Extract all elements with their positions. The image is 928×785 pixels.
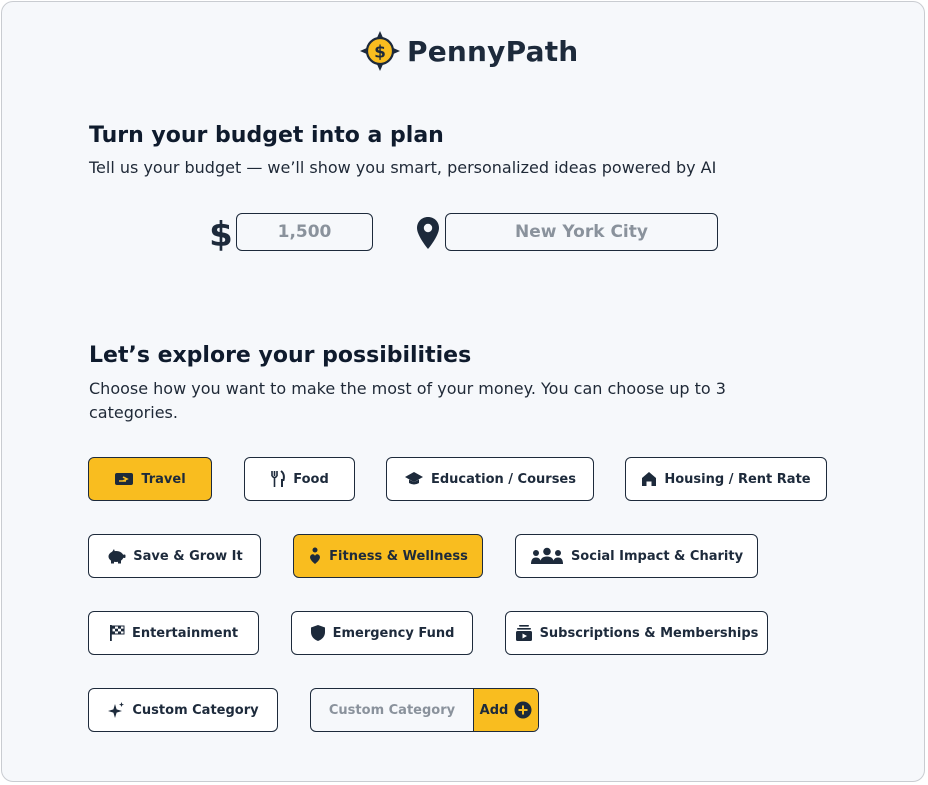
location-input[interactable]: New York City [445,213,718,251]
category-housing-button[interactable]: Housing / Rent Rate [625,457,827,501]
budget-title: Turn your budget into a plan [89,123,444,148]
location-pin-icon [417,217,439,249]
category-save-grow-button[interactable]: Save & Grow It [88,534,261,578]
category-label: Food [293,471,329,487]
categories-subtitle-line-2: categories. [89,403,178,422]
brand-logo[interactable]: $ PennyPath [359,30,578,72]
budget-amount-placeholder: 1,500 [277,222,332,242]
add-label: Add [479,702,509,718]
category-travel-button[interactable]: Travel [88,457,212,501]
location-placeholder: New York City [515,222,648,242]
category-label: Education / Courses [430,471,576,487]
category-label: Housing / Rent Rate [664,471,811,487]
ticket-icon [115,473,134,485]
budget-amount-input[interactable]: 1,500 [236,213,373,251]
custom-category-input[interactable]: Custom Category [311,689,473,731]
category-label: Subscriptions & Memberships [539,625,759,641]
category-social-impact-button[interactable]: Social Impact & Charity [515,534,758,578]
add-custom-category-button[interactable]: Add [473,689,538,731]
house-icon [642,472,657,486]
people-group-icon [530,547,563,564]
plus-circle-icon [514,701,532,719]
category-label: Travel [141,471,186,487]
person-heart-icon [310,547,321,564]
category-label: Social Impact & Charity [570,548,744,564]
category-label: Save & Grow It [133,548,243,564]
svg-text:$: $ [374,43,386,63]
categories-title: Let’s explore your possibilities [89,343,472,368]
checkered-flag-icon [109,625,125,641]
category-subscriptions-button[interactable]: Subscriptions & Memberships [505,611,768,655]
category-custom-button[interactable]: Custom Category [88,688,278,732]
shield-icon [310,625,325,641]
category-food-button[interactable]: Food [244,457,355,501]
graduation-cap-icon [404,472,423,485]
fork-knife-icon [271,470,286,487]
category-label: Emergency Fund [332,625,455,641]
category-emergency-fund-button[interactable]: Emergency Fund [291,611,473,655]
sparkles-icon [108,702,125,718]
compass-dollar-icon: $ [360,31,400,71]
budget-subtitle: Tell us your budget — we’ll show you sma… [89,158,717,177]
category-label: Custom Category [132,702,259,718]
categories-subtitle-line-1: Choose how you want to make the most of … [89,379,726,398]
category-label: Entertainment [131,625,239,641]
custom-category-placeholder: Custom Category [328,702,456,718]
brand-name: PennyPath [407,34,579,68]
piggy-bank-icon [108,549,126,564]
category-entertainment-button[interactable]: Entertainment [88,611,259,655]
category-label: Fitness & Wellness [329,548,468,564]
app-frame: $ PennyPath Turn your budget into a plan… [1,1,925,782]
dollar-icon: $ [209,215,233,252]
custom-category-field: Custom Category Add [310,688,539,732]
svg-text:$: $ [209,215,233,252]
category-fitness-button[interactable]: Fitness & Wellness [293,534,483,578]
play-stack-icon [515,625,532,641]
category-education-button[interactable]: Education / Courses [386,457,594,501]
